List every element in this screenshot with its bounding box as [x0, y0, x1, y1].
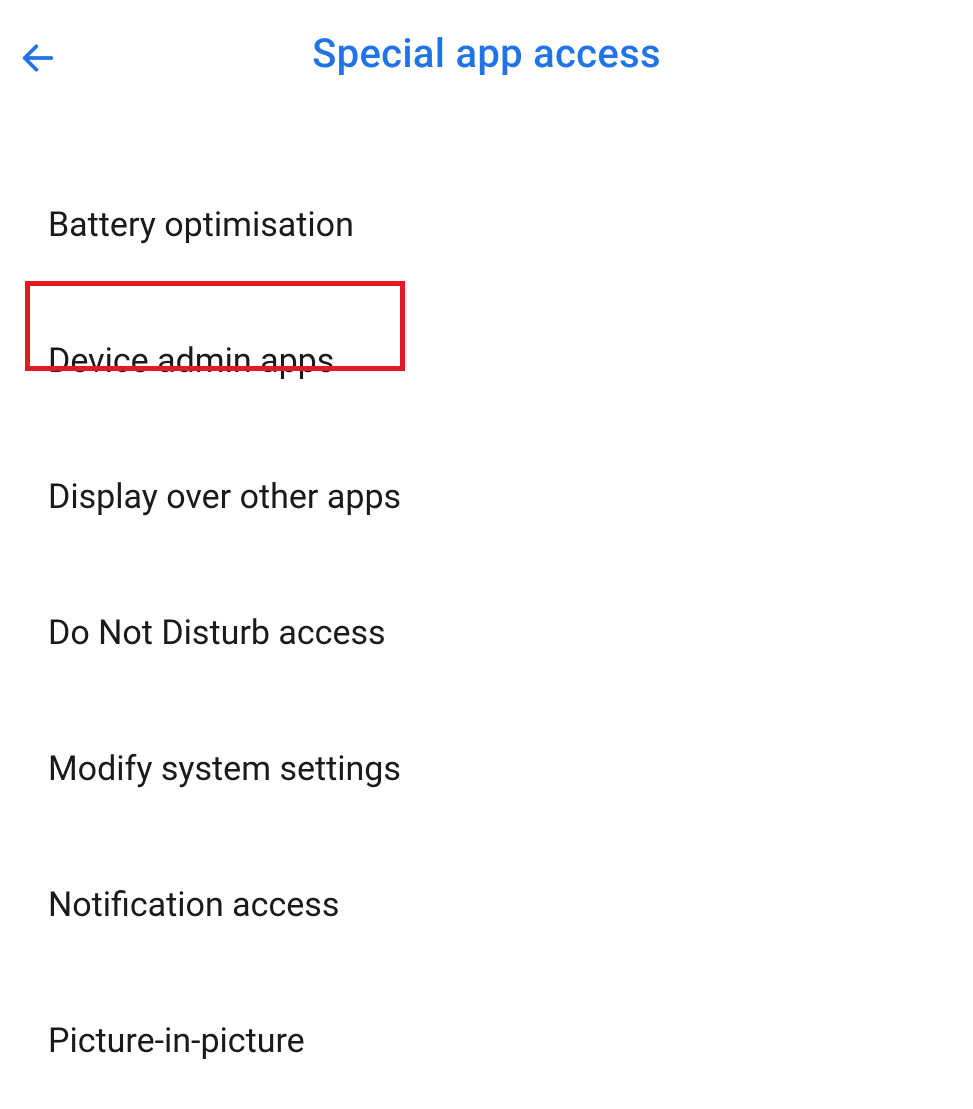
- back-button[interactable]: [18, 38, 58, 82]
- page-title: Special app access: [20, 30, 953, 77]
- arrow-left-icon: [18, 38, 58, 78]
- list-item-battery-optimisation[interactable]: Battery optimisation: [0, 157, 973, 293]
- list-item-label: Notification access: [48, 885, 339, 925]
- header: Special app access: [0, 0, 973, 97]
- list-item-notification-access[interactable]: Notification access: [0, 837, 973, 973]
- list-item-label: Modify system settings: [48, 749, 401, 789]
- list-item-modify-system-settings[interactable]: Modify system settings: [0, 701, 973, 837]
- settings-list: Battery optimisation Device admin apps D…: [0, 97, 973, 1109]
- list-item-display-over-other-apps[interactable]: Display over other apps: [0, 429, 973, 565]
- list-item-label: Device admin apps: [48, 341, 334, 381]
- list-item-do-not-disturb-access[interactable]: Do Not Disturb access: [0, 565, 973, 701]
- list-item-label: Picture-in-picture: [48, 1021, 305, 1061]
- list-item-label: Display over other apps: [48, 477, 401, 517]
- list-item-device-admin-apps[interactable]: Device admin apps: [0, 293, 973, 429]
- list-item-label: Do Not Disturb access: [48, 613, 386, 653]
- list-item-label: Battery optimisation: [48, 205, 354, 245]
- list-item-picture-in-picture[interactable]: Picture-in-picture: [0, 973, 973, 1109]
